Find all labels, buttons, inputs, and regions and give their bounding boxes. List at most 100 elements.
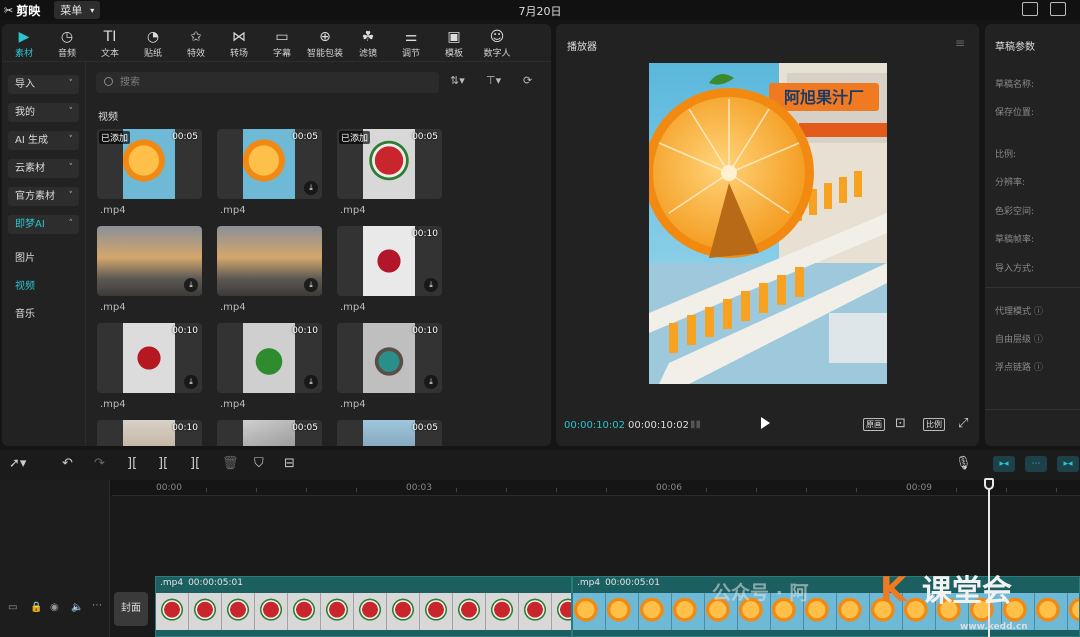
sidebar-button-4[interactable]: 官方素材 ˅ xyxy=(8,187,79,206)
lock-icon[interactable]: 🔒 xyxy=(30,602,42,613)
download-icon[interactable]: ⤓ xyxy=(424,278,438,292)
tool-subtitle[interactable]: ▭ 字幕 xyxy=(261,28,303,59)
playhead[interactable] xyxy=(988,480,990,637)
media-thumbnail xyxy=(243,420,295,446)
menu-button[interactable]: 菜单 ▾ xyxy=(54,1,101,19)
sort-icon[interactable]: ⇅▾ xyxy=(450,74,465,87)
search-input[interactable]: 搜索 xyxy=(96,72,439,93)
sidebar-button-2[interactable]: AI 生成 ˅ xyxy=(8,131,79,150)
link-toggle-icon[interactable]: ▸◂ xyxy=(993,456,1015,472)
tool-text[interactable]: TI 文本 xyxy=(89,28,131,59)
delete-icon[interactable]: 🗑 xyxy=(222,457,239,471)
sidebar-button-3[interactable]: 云素材 ˅ xyxy=(8,159,79,178)
download-icon[interactable]: ⤓ xyxy=(424,375,438,389)
clip-frame xyxy=(354,593,387,630)
quality-button[interactable]: 原画 xyxy=(863,418,885,431)
tool-digital-human[interactable]: ☺ 数字人 xyxy=(476,28,518,59)
tool-effects[interactable]: ✩ 特效 xyxy=(175,28,217,59)
layout-icon[interactable] xyxy=(1050,2,1066,16)
keyboard-icon[interactable] xyxy=(1022,2,1038,16)
split-icon[interactable]: ][ xyxy=(127,457,137,471)
video-preview[interactable]: 阿旭果汁厂 xyxy=(649,63,887,384)
media-filename: .mp4 xyxy=(100,302,126,313)
ruler-tick-label: 00:09 xyxy=(906,483,932,493)
download-icon[interactable]: ⤓ xyxy=(304,181,318,195)
sidebar-button-1[interactable]: 我的 ˅ xyxy=(8,103,79,122)
select-tool-icon[interactable]: ➚▾ xyxy=(9,457,26,471)
tool-adjust[interactable]: ⚌ 调节 xyxy=(390,28,432,59)
media-card[interactable]: 00:10 ⤓ xyxy=(217,323,322,393)
tool-filter[interactable]: ☘ 滤镜 xyxy=(347,28,389,59)
section-title: 视频 xyxy=(98,112,118,123)
download-icon[interactable]: ⤓ xyxy=(184,278,198,292)
undo-icon[interactable]: ↶ xyxy=(62,457,73,471)
download-icon[interactable]: ⤓ xyxy=(304,375,318,389)
microphone-icon[interactable]: 🎙 xyxy=(955,457,972,471)
playhead-handle[interactable] xyxy=(984,478,994,490)
split-right-icon[interactable]: ][ xyxy=(190,457,200,471)
media-duration: 00:10 xyxy=(292,326,318,336)
ratio-button[interactable]: 比例 xyxy=(923,418,945,431)
media-card[interactable]: 00:05 xyxy=(337,420,442,446)
tool-smart-pack[interactable]: ⊕ 智能包装 xyxy=(304,28,346,59)
track-thumbnail-icon[interactable]: ▭ xyxy=(8,602,17,613)
sidebar-link-0[interactable]: 图片 xyxy=(15,249,35,264)
total-time: 00:00:10:02 xyxy=(628,420,690,431)
timeline-clip[interactable]: .mp4 00:00:05:01 xyxy=(155,576,572,637)
sidebar-link-2[interactable]: 音乐 xyxy=(15,305,35,320)
sidebar-button-5[interactable]: 即梦AI ˄ xyxy=(8,215,79,234)
download-icon[interactable]: ⤓ xyxy=(184,375,198,389)
media-card[interactable]: 00:05 已添加 xyxy=(337,129,442,199)
sidebar-button-0[interactable]: 导入 ˅ xyxy=(8,75,79,94)
preview-toggle-icon[interactable]: ▸◂ xyxy=(1057,456,1079,472)
draft-label: 比例: xyxy=(995,150,1017,160)
screenshot-icon[interactable]: ⊡ xyxy=(895,416,906,431)
sidebar-button-label: 云素材 xyxy=(15,163,45,174)
chevron-down-icon: ˅ xyxy=(68,163,74,173)
template-icon: ▣ xyxy=(447,29,461,45)
snap-toggle-icon[interactable]: ⋯ xyxy=(1025,456,1047,472)
tool-template[interactable]: ▣ 模板 xyxy=(433,28,475,59)
fullscreen-icon[interactable]: ⤢ xyxy=(958,416,968,431)
draft-label: 色彩空间: xyxy=(995,207,1035,217)
media-card[interactable]: ⤓ xyxy=(97,226,202,296)
tool-label: 素材 xyxy=(14,49,33,59)
media-card[interactable]: 00:10 ⤓ xyxy=(337,323,442,393)
tool-label: 滤镜 xyxy=(358,49,377,59)
refresh-icon[interactable]: ⟳ xyxy=(523,74,532,87)
media-card[interactable]: 00:10 ⤓ xyxy=(337,226,442,296)
media-filename: .mp4 xyxy=(220,205,246,216)
subtitle-edit-icon[interactable]: ⊟ xyxy=(284,457,295,471)
capcut-logo-icon: ✂ xyxy=(4,3,14,17)
media-card[interactable]: 00:05 ⤓ xyxy=(217,129,322,199)
clip-frame xyxy=(552,593,571,630)
clip-frame xyxy=(639,593,672,630)
split-left-icon[interactable]: ][ xyxy=(158,457,168,471)
time-ruler[interactable]: 00:00 00:03 00:06 00:09 xyxy=(112,480,1080,496)
media-card[interactable]: 00:10 ⤓ xyxy=(97,323,202,393)
download-icon[interactable]: ⤓ xyxy=(304,278,318,292)
ruler-tick xyxy=(756,488,757,492)
more-icon[interactable]: ⋯ xyxy=(92,600,102,611)
media-card[interactable]: 00:10 xyxy=(97,420,202,446)
draft-title: 草稿参数 xyxy=(995,42,1035,53)
sidebar-link-1[interactable]: 视频 xyxy=(15,277,35,292)
redo-icon[interactable]: ↷ xyxy=(94,457,105,471)
chevron-down-icon: ˅ xyxy=(68,135,74,145)
tool-transition[interactable]: ⋈ 转场 xyxy=(218,28,260,59)
eye-icon[interactable]: ◉ xyxy=(50,602,59,613)
media-card[interactable]: 00:05 已添加 xyxy=(97,129,202,199)
player-menu-icon[interactable]: ≡ xyxy=(955,36,965,50)
cover-button[interactable]: 封面 xyxy=(114,592,148,626)
tool-media[interactable]: ▶ 素材 xyxy=(3,28,45,59)
filter-icon[interactable]: ⊤▾ xyxy=(486,74,501,87)
shield-icon[interactable]: ⛉ xyxy=(254,457,264,471)
chevron-down-icon: ˅ xyxy=(68,191,74,201)
media-card[interactable]: 00:05 xyxy=(217,420,322,446)
clip-frame xyxy=(453,593,486,630)
play-button[interactable] xyxy=(761,417,770,429)
tool-audio[interactable]: ◷ 音频 xyxy=(46,28,88,59)
media-card[interactable]: ⤓ xyxy=(217,226,322,296)
volume-icon[interactable]: 🔈 xyxy=(71,602,83,613)
tool-sticker[interactable]: ◔ 贴纸 xyxy=(132,28,174,59)
